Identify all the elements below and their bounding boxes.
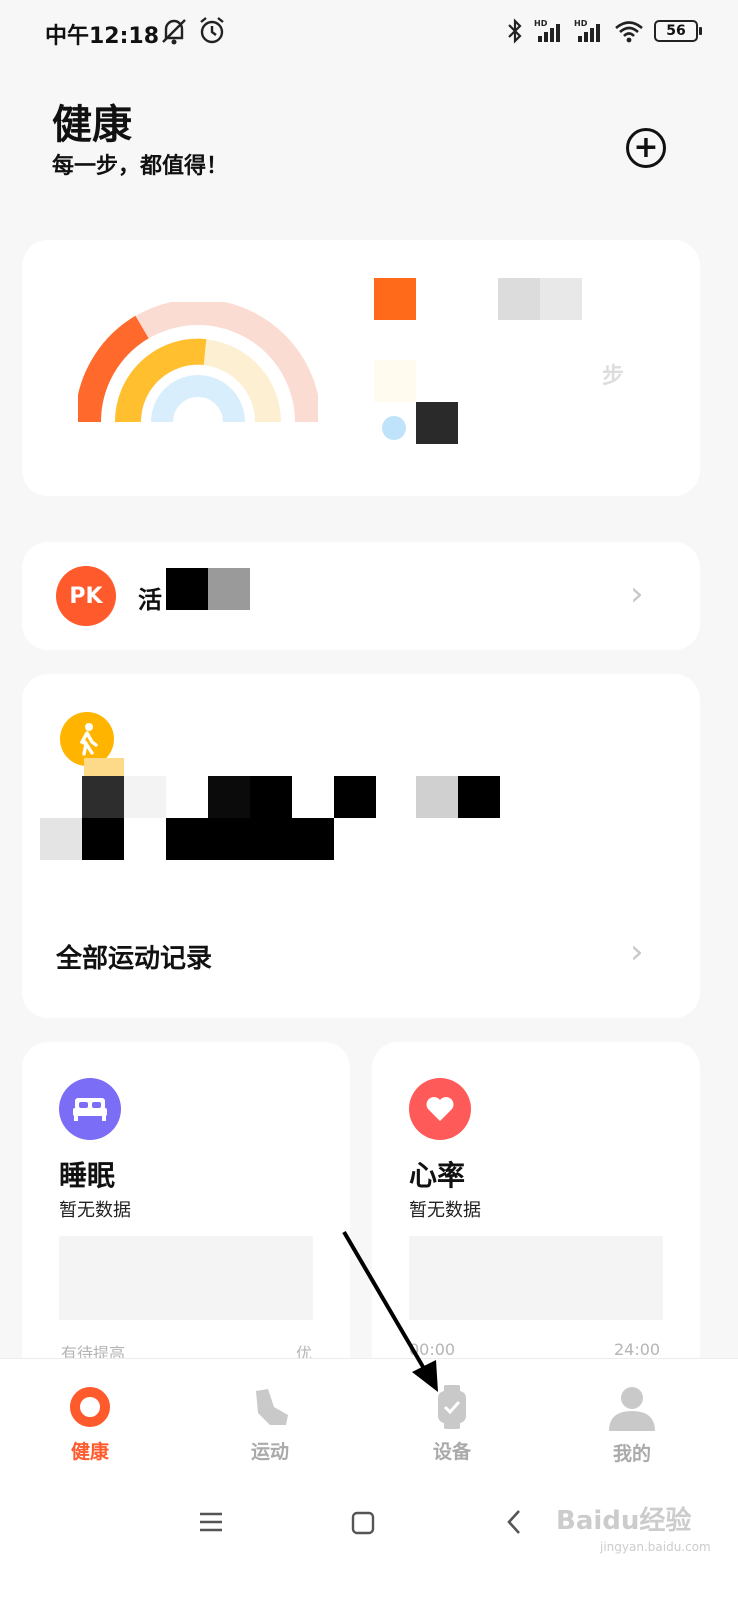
page-subtitle: 每一步，都值得！	[52, 154, 229, 179]
back-icon[interactable]	[504, 1508, 524, 1543]
status-icons-right: HD HD 56	[506, 18, 702, 44]
health-ring-icon	[70, 1387, 110, 1427]
chevron-right-icon[interactable]: ›	[630, 932, 644, 972]
nav-item-me[interactable]: 我的	[572, 1385, 692, 1466]
plus-icon: +	[633, 130, 659, 165]
nav-label-workout: 运动	[250, 1441, 289, 1463]
nav-item-health[interactable]: 健康	[30, 1385, 150, 1464]
redacted-block	[416, 402, 458, 444]
redacted-block	[166, 568, 208, 610]
home-square-icon[interactable]	[350, 1510, 376, 1543]
sleep-chart-placeholder	[59, 1236, 313, 1320]
nav-item-device[interactable]: 设备	[392, 1385, 512, 1464]
alarm-icon	[200, 17, 224, 44]
add-button[interactable]: +	[626, 128, 666, 168]
baidu-watermark: Baidu经验	[556, 1506, 692, 1536]
signal-hd-icon: HD	[534, 19, 560, 42]
all-records-label[interactable]: 全部运动记录	[56, 938, 212, 975]
redacted-block	[82, 818, 124, 860]
status-time: 中午12:18	[45, 24, 160, 49]
bluetooth-icon	[508, 18, 522, 44]
redacted-block	[208, 568, 250, 610]
nav-label-device: 设备	[432, 1441, 471, 1463]
heart-rate-status: 暂无数据	[409, 1200, 481, 1221]
chevron-right-icon[interactable]: ›	[630, 574, 644, 614]
baidu-watermark-url: jingyan.baidu.com	[600, 1540, 711, 1554]
pk-label: 活	[138, 586, 162, 614]
annotation-arrow	[342, 1230, 438, 1392]
menu-icon[interactable]	[196, 1508, 226, 1541]
heart-rate-axis-right: 24:00	[614, 1340, 661, 1359]
redacted-block	[166, 818, 334, 860]
pk-badge: PK	[56, 566, 116, 626]
shoe-icon	[256, 1389, 288, 1425]
user-icon	[609, 1387, 655, 1431]
redacted-block	[498, 278, 540, 320]
status-icons-left	[160, 16, 226, 46]
redacted-block	[82, 776, 124, 818]
sleep-status: 暂无数据	[59, 1200, 131, 1221]
redacted-block	[208, 776, 250, 818]
redacted-block	[416, 776, 458, 818]
nav-label-me: 我的	[612, 1443, 651, 1465]
svg-text:HD: HD	[574, 19, 588, 28]
battery-indicator: 56	[654, 20, 702, 42]
redacted-block	[458, 776, 500, 818]
bed-icon	[59, 1078, 121, 1140]
redacted-block	[84, 758, 124, 778]
muted-bell-icon	[162, 19, 186, 45]
heart-icon	[409, 1078, 471, 1140]
redacted-block	[40, 818, 82, 860]
activity-rings-chart	[78, 302, 318, 423]
activity-summary-card[interactable]: 步	[22, 240, 700, 496]
redacted-block	[124, 776, 166, 818]
status-bar: 中午12:18 HD HD 56	[0, 0, 738, 66]
signal-hd-icon-2: HD	[574, 19, 600, 42]
svg-text:HD: HD	[534, 19, 548, 28]
page-title: 健康	[52, 102, 132, 148]
redacted-block	[374, 360, 416, 402]
heart-rate-title: 心率	[409, 1159, 466, 1192]
moon-icon	[382, 416, 406, 440]
redacted-block	[250, 776, 292, 818]
steps-unit: 步	[602, 364, 625, 389]
wifi-icon	[615, 21, 643, 43]
nav-label-health: 健康	[70, 1441, 109, 1463]
sleep-title: 睡眠	[59, 1159, 116, 1192]
redacted-block	[540, 278, 582, 320]
redacted-block	[334, 776, 376, 818]
pk-card[interactable]	[22, 542, 700, 650]
steps-color-marker	[374, 278, 416, 320]
nav-item-workout[interactable]: 运动	[210, 1385, 330, 1464]
